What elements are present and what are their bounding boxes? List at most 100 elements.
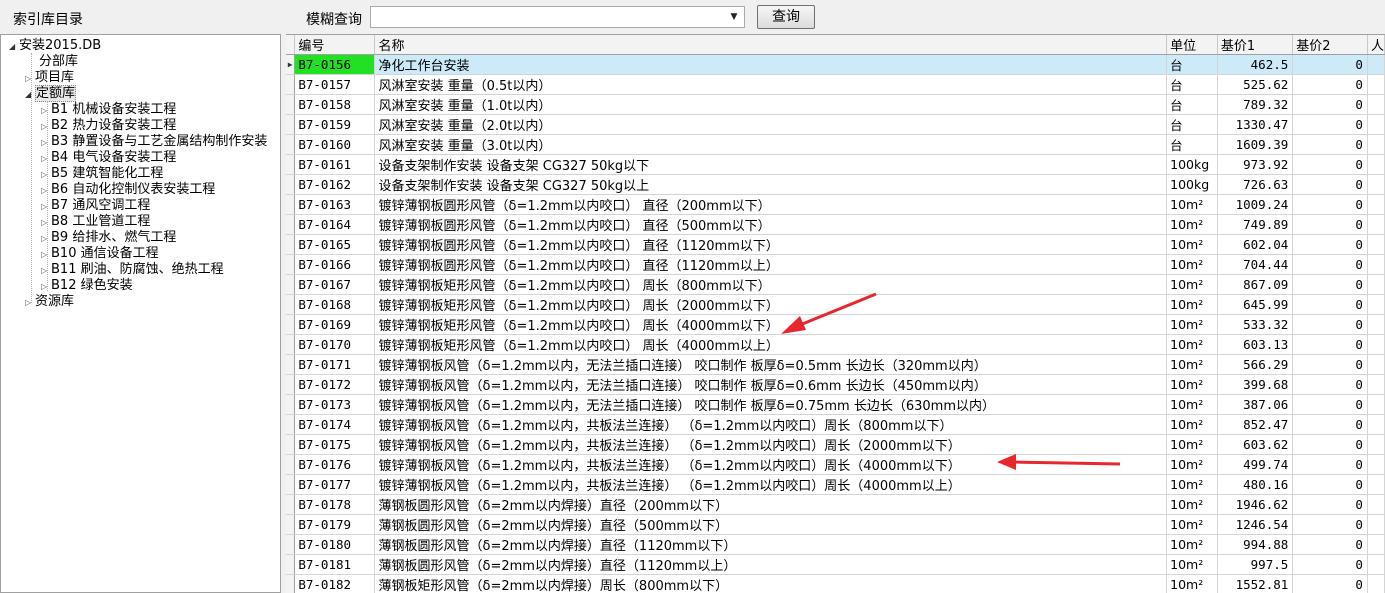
table-row[interactable]: B7-0158 风淋室安装 重量（1.0t以内）台 789.32 0 [286,94,1385,115]
labor-cell[interactable] [1367,314,1385,335]
collapsed-icon[interactable]: ▷ [41,263,51,279]
unit-cell[interactable]: 10m² [1166,354,1218,375]
unit-cell[interactable]: 10m² [1166,374,1218,395]
unit-cell[interactable]: 10m² [1166,214,1218,235]
unit-cell[interactable]: 10m² [1166,414,1218,435]
code-cell[interactable]: B7-0163 [294,194,376,215]
price1-cell[interactable]: 603.13 [1217,334,1294,355]
unit-cell[interactable]: 10m² [1166,394,1218,415]
name-cell[interactable]: 净化工作台安装 [374,54,1168,75]
table-row[interactable]: B7-0160 风淋室安装 重量（3.0t以内）台 1609.39 0 [286,134,1385,155]
table-row[interactable]: B7-0172 镀锌薄钢板风管（δ=1.2mm以内，无法兰插口连接） 咬口制作 板… [286,374,1385,395]
price1-cell[interactable]: 387.06 [1217,394,1294,415]
collapsed-icon[interactable]: ▷ [41,279,51,295]
price2-cell[interactable]: 0 [1292,434,1368,455]
table-row[interactable]: B7-0175 镀锌薄钢板风管（δ=1.2mm以内，共板法兰连接） （δ=1.2m… [286,434,1385,455]
code-cell[interactable]: B7-0165 [294,234,376,255]
code-cell[interactable]: B7-0173 [294,394,376,415]
table-row[interactable]: B7-0182 薄钢板矩形风管（δ=2mm以内焊接）周长（800mm以下） 10m²… [286,574,1385,593]
tree-item-b12[interactable]: ▷ B12 绿色安装 [41,278,133,294]
price2-cell[interactable]: 0 [1292,174,1368,195]
code-cell[interactable]: B7-0179 [294,514,376,535]
table-row[interactable]: B7-0168 镀锌薄钢板矩形风管（δ=1.2mm以内咬口） 周长（2000mm以… [286,294,1385,315]
labor-cell[interactable] [1367,94,1385,115]
collapsed-icon[interactable]: ▷ [41,151,51,167]
price1-cell[interactable]: 533.32 [1217,314,1294,335]
labor-cell[interactable] [1367,534,1385,555]
table-row[interactable]: B7-0176 镀锌薄钢板风管（δ=1.2mm以内，共板法兰连接） （δ=1.2m… [286,454,1385,475]
unit-cell[interactable]: 100kg [1166,154,1218,175]
row-indicator[interactable] [286,234,296,255]
code-cell[interactable]: B7-0175 [294,434,376,455]
collapsed-icon[interactable]: ▷ [41,199,51,215]
table-row[interactable]: B7-0161 设备支架制作安装 设备支架 CG327 50kg以下 100kg 97… [286,154,1385,175]
row-indicator[interactable] [286,414,296,435]
table-row[interactable]: B7-0181 薄钢板圆形风管（δ=2mm以内焊接）直径（1120mm以上） 10m… [286,554,1385,575]
labor-cell[interactable] [1367,294,1385,315]
unit-cell[interactable]: 10m² [1166,234,1218,255]
row-indicator[interactable] [286,314,296,335]
price2-cell[interactable]: 0 [1292,454,1368,475]
table-row[interactable]: B7-0163 镀锌薄钢板圆形风管（δ=1.2mm以内咬口） 直径（200mm以下… [286,194,1385,215]
labor-cell[interactable] [1367,554,1385,575]
unit-cell[interactable]: 10m² [1166,434,1218,455]
code-cell[interactable]: B7-0161 [294,154,376,175]
collapsed-icon[interactable]: ▷ [41,215,51,231]
row-indicator[interactable] [286,374,296,395]
unit-cell[interactable]: 10m² [1166,494,1218,515]
row-indicator[interactable] [286,114,296,135]
code-cell[interactable]: B7-0157 [294,74,376,95]
fuzzy-search-combobox[interactable]: ▼ [370,6,745,28]
price1-cell[interactable]: 1009.24 [1217,194,1294,215]
price2-cell[interactable]: 0 [1292,334,1368,355]
row-indicator[interactable] [286,434,296,455]
labor-cell[interactable] [1367,334,1385,355]
price2-cell[interactable]: 0 [1292,194,1368,215]
price2-cell[interactable]: 0 [1292,234,1368,255]
code-cell[interactable]: B7-0170 [294,334,376,355]
tree-item-b9[interactable]: ▷ B9 给排水、燃气工程 [41,230,176,246]
labor-cell[interactable] [1367,74,1385,95]
table-row[interactable]: B7-0179 薄钢板圆形风管（δ=2mm以内焊接）直径（500mm以下） 10m²… [286,514,1385,535]
price2-cell[interactable]: 0 [1292,154,1368,175]
unit-cell[interactable]: 台 [1166,94,1218,115]
unit-cell[interactable]: 10m² [1166,294,1218,315]
code-cell[interactable]: B7-0166 [294,254,376,275]
code-cell[interactable]: B7-0160 [294,134,376,155]
unit-cell[interactable]: 10m² [1166,274,1218,295]
tree-item-ziyuan[interactable]: ▷ 资源库 [25,294,74,310]
expanded-icon[interactable]: ◢ [25,87,35,103]
table-row[interactable]: B7-0171 镀锌薄钢板风管（δ=1.2mm以内，无法兰插口连接） 咬口制作 板… [286,354,1385,375]
name-cell[interactable]: 风淋室安装 重量（1.0t以内） [374,94,1168,115]
labor-cell[interactable] [1367,374,1385,395]
tree-item-b11[interactable]: ▷ B11 刷油、防腐蚀、绝热工程 [41,262,224,278]
price2-cell[interactable]: 0 [1292,574,1368,593]
collapsed-icon[interactable]: ▷ [25,71,35,87]
code-cell[interactable]: B7-0178 [294,494,376,515]
tree-item-b7[interactable]: ▷ B7 通风空调工程 [41,198,150,214]
row-indicator[interactable] [286,194,296,215]
labor-cell[interactable] [1367,414,1385,435]
unit-cell[interactable]: 台 [1166,114,1218,135]
name-column-header[interactable]: 名称 [374,35,1168,55]
labor-cell[interactable] [1367,494,1385,515]
code-cell[interactable]: B7-0176 [294,454,376,475]
tree-item-b5[interactable]: ▷ B5 建筑智能化工程 [41,166,163,182]
price1-cell[interactable]: 867.09 [1217,274,1294,295]
chevron-down-icon[interactable]: ▼ [726,9,742,25]
unit-cell[interactable]: 台 [1166,54,1218,75]
table-row[interactable]: B7-0173 镀锌薄钢板风管（δ=1.2mm以内，无法兰插口连接） 咬口制作 板… [286,394,1385,415]
collapsed-icon[interactable]: ▷ [41,103,51,119]
name-cell[interactable]: 风淋室安装 重量（3.0t以内） [374,134,1168,155]
row-indicator[interactable] [286,254,296,275]
table-row[interactable]: B7-0167 镀锌薄钢板矩形风管（δ=1.2mm以内咬口） 周长（800mm以下… [286,274,1385,295]
price2-cell[interactable]: 0 [1292,74,1368,95]
code-cell[interactable]: B7-0181 [294,554,376,575]
row-indicator[interactable] [286,134,296,155]
table-row[interactable]: B7-0177 镀锌薄钢板风管（δ=1.2mm以内，共板法兰连接） （δ=1.2m… [286,474,1385,495]
price2-cell[interactable]: 0 [1292,94,1368,115]
price1-cell[interactable]: 399.68 [1217,374,1294,395]
code-cell[interactable]: B7-0182 [294,574,376,593]
row-indicator[interactable] [286,174,296,195]
code-cell[interactable]: B7-0162 [294,174,376,195]
